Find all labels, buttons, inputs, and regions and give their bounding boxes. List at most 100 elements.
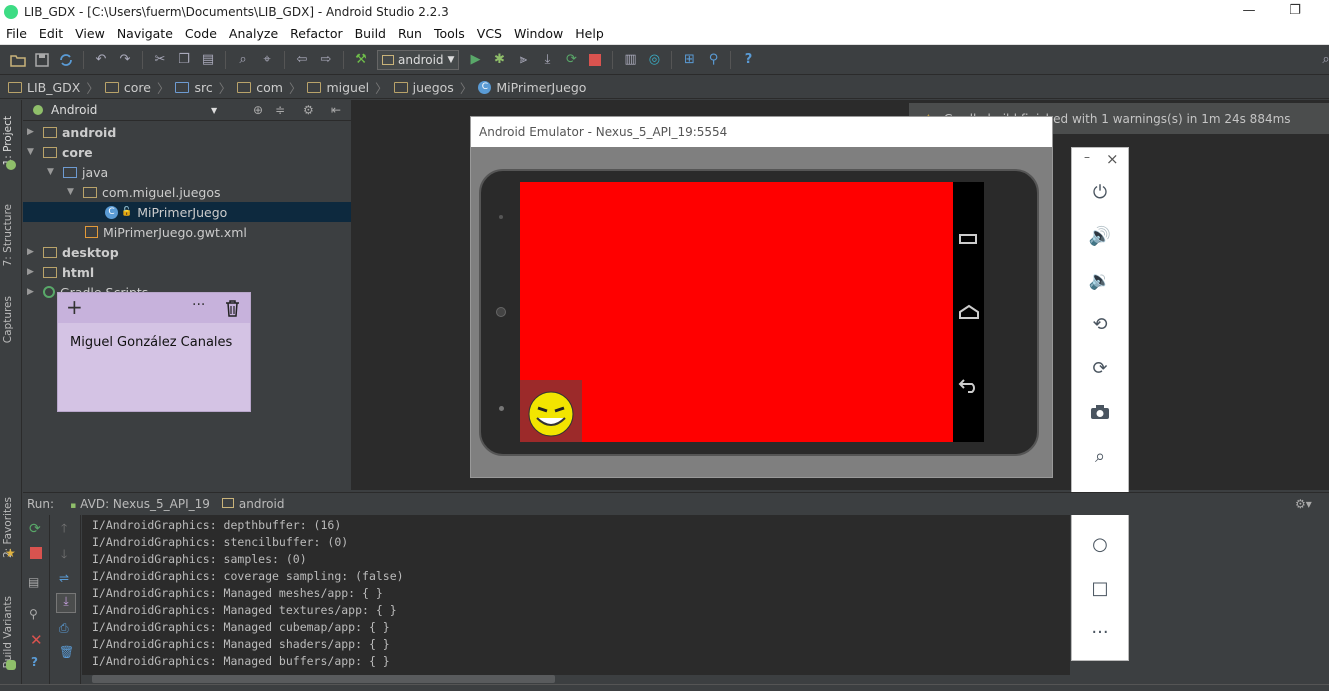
search-everywhere-icon[interactable]: ⌕ [1317, 51, 1329, 69]
minimize-emulator-button[interactable]: – [1084, 150, 1090, 164]
make-project-icon[interactable]: ⚒ [352, 51, 370, 69]
redo-icon[interactable]: ↷ [116, 51, 134, 69]
recent-apps-icon[interactable] [959, 234, 977, 244]
menu-code[interactable]: Code [179, 26, 223, 41]
volume-down-icon[interactable]: 🔉 [1086, 266, 1114, 294]
undo-icon[interactable]: ↶ [92, 51, 110, 69]
back-icon[interactable] [958, 376, 980, 394]
tree-item-package[interactable]: ▼ com.miguel.juegos [67, 182, 221, 202]
scroll-up-icon[interactable]: 🡑 [61, 519, 67, 540]
menu-run[interactable]: Run [392, 26, 428, 41]
chevron-down-icon[interactable]: ▼ [211, 106, 217, 115]
sticky-note-text[interactable]: Miguel González Canales [58, 323, 250, 362]
attach-debugger-icon[interactable]: ⤓ [538, 51, 556, 69]
menu-analyze[interactable]: Analyze [223, 26, 284, 41]
close-emulator-button[interactable]: × [1106, 150, 1119, 168]
print-icon[interactable]: ⎙ [59, 621, 69, 636]
tree-item-gwt-xml[interactable]: MiPrimerJuego.gwt.xml [85, 222, 247, 242]
expand-arrow-icon[interactable]: ▶ [27, 247, 37, 257]
home-icon[interactable] [958, 304, 980, 320]
menu-tools[interactable]: Tools [428, 26, 471, 41]
cut-icon[interactable]: ✂ [151, 51, 169, 69]
tree-item-selected-class[interactable]: C 🔓 MiPrimerJuego [23, 202, 351, 222]
tree-item-java[interactable]: ▼ java [47, 162, 108, 182]
menu-vcs[interactable]: VCS [471, 26, 508, 41]
restore-layout-icon[interactable]: ▤ [28, 575, 39, 589]
collapse-arrow-icon[interactable]: ▼ [67, 187, 77, 197]
stop-icon[interactable] [30, 547, 42, 559]
volume-up-icon[interactable]: 🔊 [1086, 222, 1114, 250]
settings-icon[interactable]: ⚙▾ [1295, 497, 1312, 511]
scroll-from-source-icon[interactable]: ⊕ [253, 103, 263, 117]
trash-icon[interactable] [225, 300, 240, 317]
note-menu-button[interactable]: ··· [192, 297, 205, 313]
menu-refactor[interactable]: Refactor [284, 26, 348, 41]
tree-item-android[interactable]: ▶ android [27, 122, 116, 142]
profile-icon[interactable]: ⫸ [514, 51, 532, 69]
tree-item-desktop[interactable]: ▶ desktop [27, 242, 119, 262]
home-nav-icon[interactable]: ○ [1086, 530, 1114, 558]
scroll-to-end-icon[interactable]: ⤓ [56, 593, 76, 613]
run-configuration-select[interactable]: android ▼ [377, 49, 460, 70]
menu-edit[interactable]: Edit [33, 26, 69, 41]
sdk-manager-icon[interactable]: ◎ [645, 51, 663, 69]
run-icon[interactable]: ▶ [466, 51, 484, 69]
tab-captures[interactable]: Captures [2, 296, 14, 343]
breadcrumb-item[interactable]: juegos 〉 [393, 78, 472, 97]
paste-icon[interactable]: ▤ [199, 51, 217, 69]
breadcrumb-item[interactable]: C MiPrimerJuego [478, 80, 586, 95]
collapse-all-icon[interactable]: ≑ [275, 103, 285, 117]
collapse-arrow-icon[interactable]: ▼ [27, 147, 37, 157]
menu-navigate[interactable]: Navigate [111, 26, 179, 41]
expand-arrow-icon[interactable]: ▶ [27, 267, 37, 277]
help-icon[interactable]: ? [739, 51, 757, 69]
sticky-note[interactable]: + ··· Miguel González Canales [57, 292, 251, 412]
restore-button[interactable]: ❐ [1272, 0, 1318, 23]
clear-all-icon[interactable]: 🗑 [59, 645, 74, 659]
menu-build[interactable]: Build [349, 26, 392, 41]
tab-project[interactable]: 1: Project [2, 116, 14, 165]
run-tab-android[interactable]: android [221, 497, 284, 511]
hide-panel-icon[interactable]: ⇤ [331, 103, 341, 117]
expand-arrow-icon[interactable]: ▶ [27, 127, 37, 137]
project-structure-icon[interactable]: ⊞ [680, 51, 698, 69]
menu-window[interactable]: Window [508, 26, 569, 41]
rotate-right-icon[interactable]: ⟳ [1086, 354, 1114, 382]
close-icon[interactable]: ✕ [30, 631, 43, 649]
tree-item-core[interactable]: ▼ core [27, 142, 93, 162]
camera-icon[interactable] [1086, 398, 1114, 426]
pin-icon[interactable]: ⚲ [29, 607, 38, 621]
minimize-button[interactable]: — [1226, 0, 1272, 23]
tab-build-variants[interactable]: Build Variants [2, 596, 14, 668]
menu-file[interactable]: File [0, 26, 33, 41]
collapse-arrow-icon[interactable]: ▼ [47, 167, 57, 177]
zoom-icon[interactable]: ⌕ [1086, 442, 1114, 470]
add-note-button[interactable]: + [66, 295, 83, 319]
help-icon[interactable]: ? [31, 655, 38, 669]
power-icon[interactable]: ⏻ [1086, 178, 1114, 206]
tree-item-html[interactable]: ▶ html [27, 262, 94, 282]
soft-wrap-icon[interactable]: ⇌ [59, 571, 69, 585]
copy-icon[interactable]: ❐ [175, 51, 193, 69]
rotate-left-icon[interactable]: ⟲ [1086, 310, 1114, 338]
breadcrumb-item[interactable]: miguel 〉 [307, 78, 388, 97]
project-view-select[interactable]: Android [51, 103, 97, 117]
stop-icon[interactable] [586, 51, 604, 69]
replace-icon[interactable]: ⌖ [258, 51, 276, 69]
device-screen[interactable] [520, 182, 953, 442]
breadcrumb-item[interactable]: com 〉 [237, 78, 301, 97]
rerun-icon[interactable]: ⟳ [29, 521, 41, 537]
back-icon[interactable]: ⇦ [293, 51, 311, 69]
debug-icon[interactable]: ✱ [490, 51, 508, 69]
overview-nav-icon[interactable]: □ [1086, 574, 1114, 602]
scroll-down-icon[interactable]: 🡓 [61, 545, 67, 566]
apply-changes-icon[interactable]: ⟳ [562, 51, 580, 69]
gear-icon[interactable]: ⚙ [303, 103, 314, 117]
menu-help[interactable]: Help [569, 26, 610, 41]
open-folder-icon[interactable] [9, 51, 27, 69]
expand-arrow-icon[interactable]: ▶ [27, 287, 37, 297]
breadcrumb-item[interactable]: LIB_GDX 〉 [8, 78, 99, 97]
find-icon[interactable]: ⌕ [234, 51, 252, 69]
android-device-monitor-icon[interactable]: ⚲ [704, 51, 722, 69]
save-icon[interactable] [33, 51, 51, 69]
